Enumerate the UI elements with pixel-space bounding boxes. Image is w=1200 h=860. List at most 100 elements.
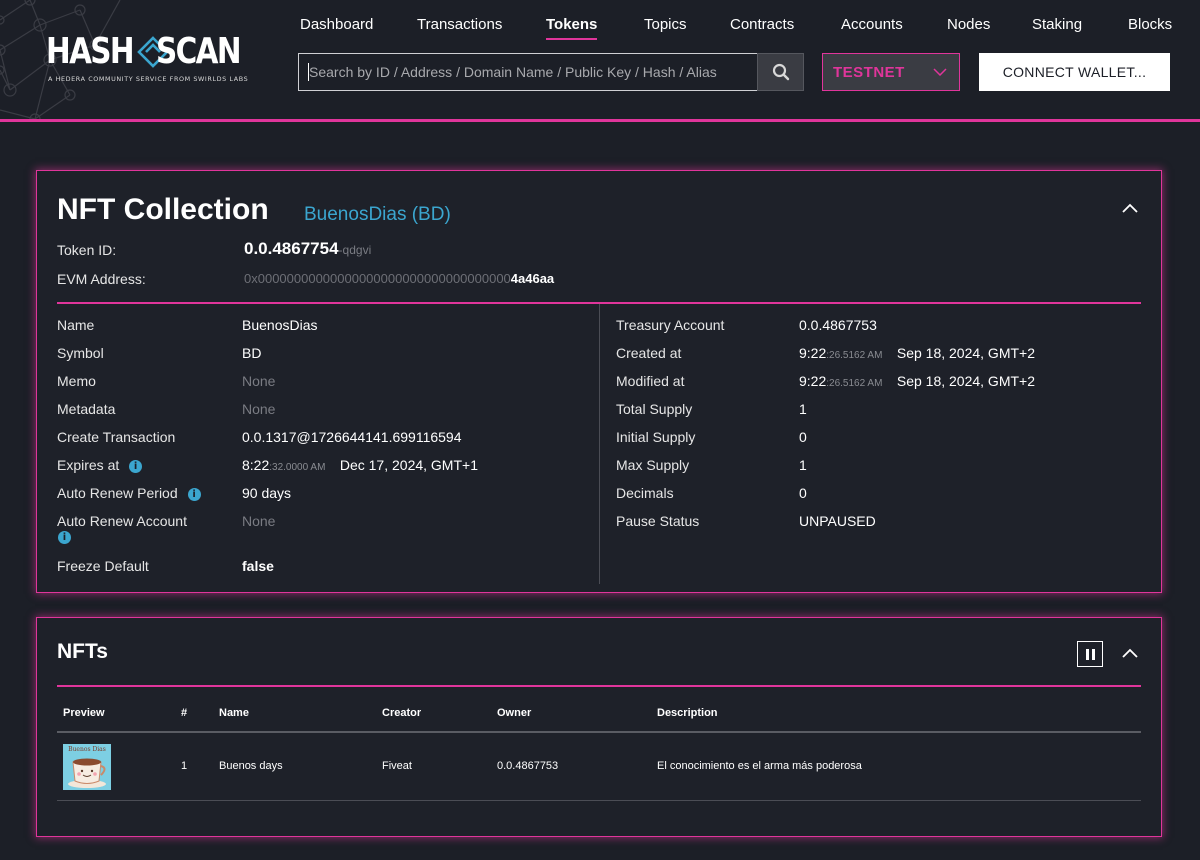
info-icon[interactable]: i (129, 459, 143, 473)
auto-renew-period-label: Auto Renew Period i (57, 485, 201, 501)
nft-owner-link[interactable]: 0.0.4867753 (497, 760, 558, 772)
name-label: Name (57, 317, 95, 333)
collection-subtitle: BuenosDias (BD) (304, 204, 451, 225)
decimals-value: 0 (799, 485, 807, 501)
column-header-preview[interactable]: Preview (63, 707, 105, 719)
nav-tokens[interactable]: Tokens (546, 16, 598, 40)
nft-collection-card: NFT Collection BuenosDias (BD) Token ID:… (36, 170, 1162, 593)
initial-supply-label: Initial Supply (616, 429, 696, 445)
modified-at-value: 9:22:26.5162 AM Sep 18, 2024, GMT+2 (799, 373, 1035, 391)
memo-label: Memo (57, 373, 96, 389)
treasury-account-link[interactable]: 0.0.4867753 (799, 317, 877, 333)
chevron-up-icon[interactable] (1120, 198, 1140, 218)
info-icon[interactable]: i (58, 531, 71, 544)
top-header: HASH SCAN A HEDERA COMMUNITY SERVICE FRO… (0, 0, 1200, 122)
created-at-value: 9:22:26.5162 AM Sep 18, 2024, GMT+2 (799, 345, 1035, 363)
chevron-down-icon (933, 68, 947, 76)
total-supply-label: Total Supply (616, 401, 693, 417)
column-divider (599, 304, 600, 584)
auto-renew-account-label: Auto Renew Account (57, 513, 187, 529)
freeze-default-label: Freeze Default (57, 558, 149, 574)
nft-preview-thumbnail[interactable]: Buenos Dias (63, 744, 111, 790)
thumbnail-caption: Buenos Dias (68, 746, 106, 753)
create-transaction-label: Create Transaction (57, 429, 176, 445)
column-header-description[interactable]: Description (657, 707, 718, 719)
nav-accounts[interactable]: Accounts (841, 16, 903, 38)
treasury-account-label: Treasury Account (616, 317, 725, 333)
search-input[interactable] (309, 64, 749, 80)
search-button[interactable] (757, 53, 804, 91)
logo-text-hash: HASH (46, 31, 135, 72)
info-icon[interactable]: i (187, 487, 201, 501)
nav-topics[interactable]: Topics (644, 16, 687, 38)
column-header-owner[interactable]: Owner (497, 707, 531, 719)
evm-address-label: EVM Address: (57, 271, 146, 287)
chevron-up-icon[interactable] (1120, 643, 1140, 663)
freeze-default-value: false (242, 558, 274, 574)
create-transaction-link[interactable]: 0.0.1317@1726644141.699116594 (242, 429, 462, 445)
expires-time-fraction: :32.0000 AM (269, 462, 326, 473)
nav-contracts[interactable]: Contracts (730, 16, 794, 38)
created-time: 9:22 (799, 345, 827, 361)
pause-status-label: Pause Status (616, 513, 700, 529)
expires-at-value: 8:22:32.0000 AM Dec 17, 2024, GMT+1 (242, 457, 478, 475)
search-box (298, 53, 758, 91)
text-caret (308, 63, 309, 81)
token-id-value: 0.0.4867754-qdgvi (244, 239, 371, 259)
pause-icon-bar (1085, 648, 1089, 660)
token-id: 0.0.4867754 (244, 239, 339, 258)
nav-dashboard[interactable]: Dashboard (300, 16, 373, 38)
expires-at-label-text: Expires at (57, 457, 120, 473)
table-row-divider (57, 800, 1141, 801)
memo-value: None (242, 373, 276, 389)
created-date: Sep 18, 2024, GMT+2 (896, 345, 1035, 361)
metadata-value: None (242, 401, 276, 417)
nft-name: Buenos days (219, 760, 283, 772)
evm-address-suffix: 4a46aa (510, 271, 555, 286)
nfts-card: NFTs Preview # Name Creator Owner Descri… (36, 617, 1162, 837)
modified-at-label: Modified at (616, 373, 685, 389)
logo-text-scan: SCAN (156, 31, 242, 72)
hashscan-logo[interactable]: HASH SCAN (46, 34, 258, 70)
nfts-title: NFTs (57, 640, 108, 663)
nft-description: El conocimiento es el arma más poderosa (657, 760, 862, 772)
column-header-creator[interactable]: Creator (382, 707, 421, 719)
decimals-label: Decimals (616, 485, 674, 501)
symbol-value: BD (242, 345, 262, 361)
expires-date: Dec 17, 2024, GMT+1 (339, 457, 478, 473)
auto-renew-period-label-text: Auto Renew Period (57, 485, 178, 501)
modified-date: Sep 18, 2024, GMT+2 (896, 373, 1035, 389)
auto-renew-period-value: 90 days (242, 485, 292, 501)
nav-blocks[interactable]: Blocks (1128, 16, 1172, 38)
nav-nodes[interactable]: Nodes (947, 16, 990, 38)
nft-serial: 1 (181, 760, 188, 772)
metadata-label: Metadata (57, 401, 116, 417)
network-select[interactable]: TESTNET (822, 53, 960, 91)
pause-status-value: UNPAUSED (799, 513, 876, 529)
nav-transactions[interactable]: Transactions (417, 16, 502, 38)
evm-address-value: 0x000000000000000000000000000000000004a4… (244, 271, 554, 286)
token-id-label: Token ID: (57, 242, 117, 258)
page-title: NFT Collection (57, 193, 269, 226)
expires-time: 8:22 (242, 457, 270, 473)
logo-tagline: A HEDERA COMMUNITY SERVICE FROM SWIRLDS … (48, 75, 249, 83)
pause-icon-bar (1091, 648, 1095, 660)
network-selected-value: TESTNET (833, 63, 905, 81)
modified-time: 9:22 (799, 373, 827, 389)
nav-staking[interactable]: Staking (1032, 16, 1082, 38)
max-supply-label: Max Supply (616, 457, 690, 473)
auto-renew-account-value: None (242, 513, 276, 529)
connect-wallet-button[interactable]: CONNECT WALLET... (979, 53, 1170, 91)
pause-button[interactable] (1077, 641, 1103, 667)
column-header-name[interactable]: Name (219, 707, 249, 719)
created-at-label: Created at (616, 345, 682, 361)
initial-supply-value: 0 (799, 429, 807, 445)
max-supply-value: 1 (799, 457, 807, 473)
section-divider (57, 685, 1141, 687)
expires-at-label: Expires at i (57, 457, 143, 473)
token-id-checksum: -qdgvi (338, 243, 372, 257)
column-header-serial[interactable]: # (181, 707, 187, 719)
nft-creator: Fiveat (382, 760, 412, 772)
created-time-fraction: :26.5162 AM (826, 350, 883, 361)
evm-address-prefix: 0x00000000000000000000000000000000000 (244, 271, 511, 286)
